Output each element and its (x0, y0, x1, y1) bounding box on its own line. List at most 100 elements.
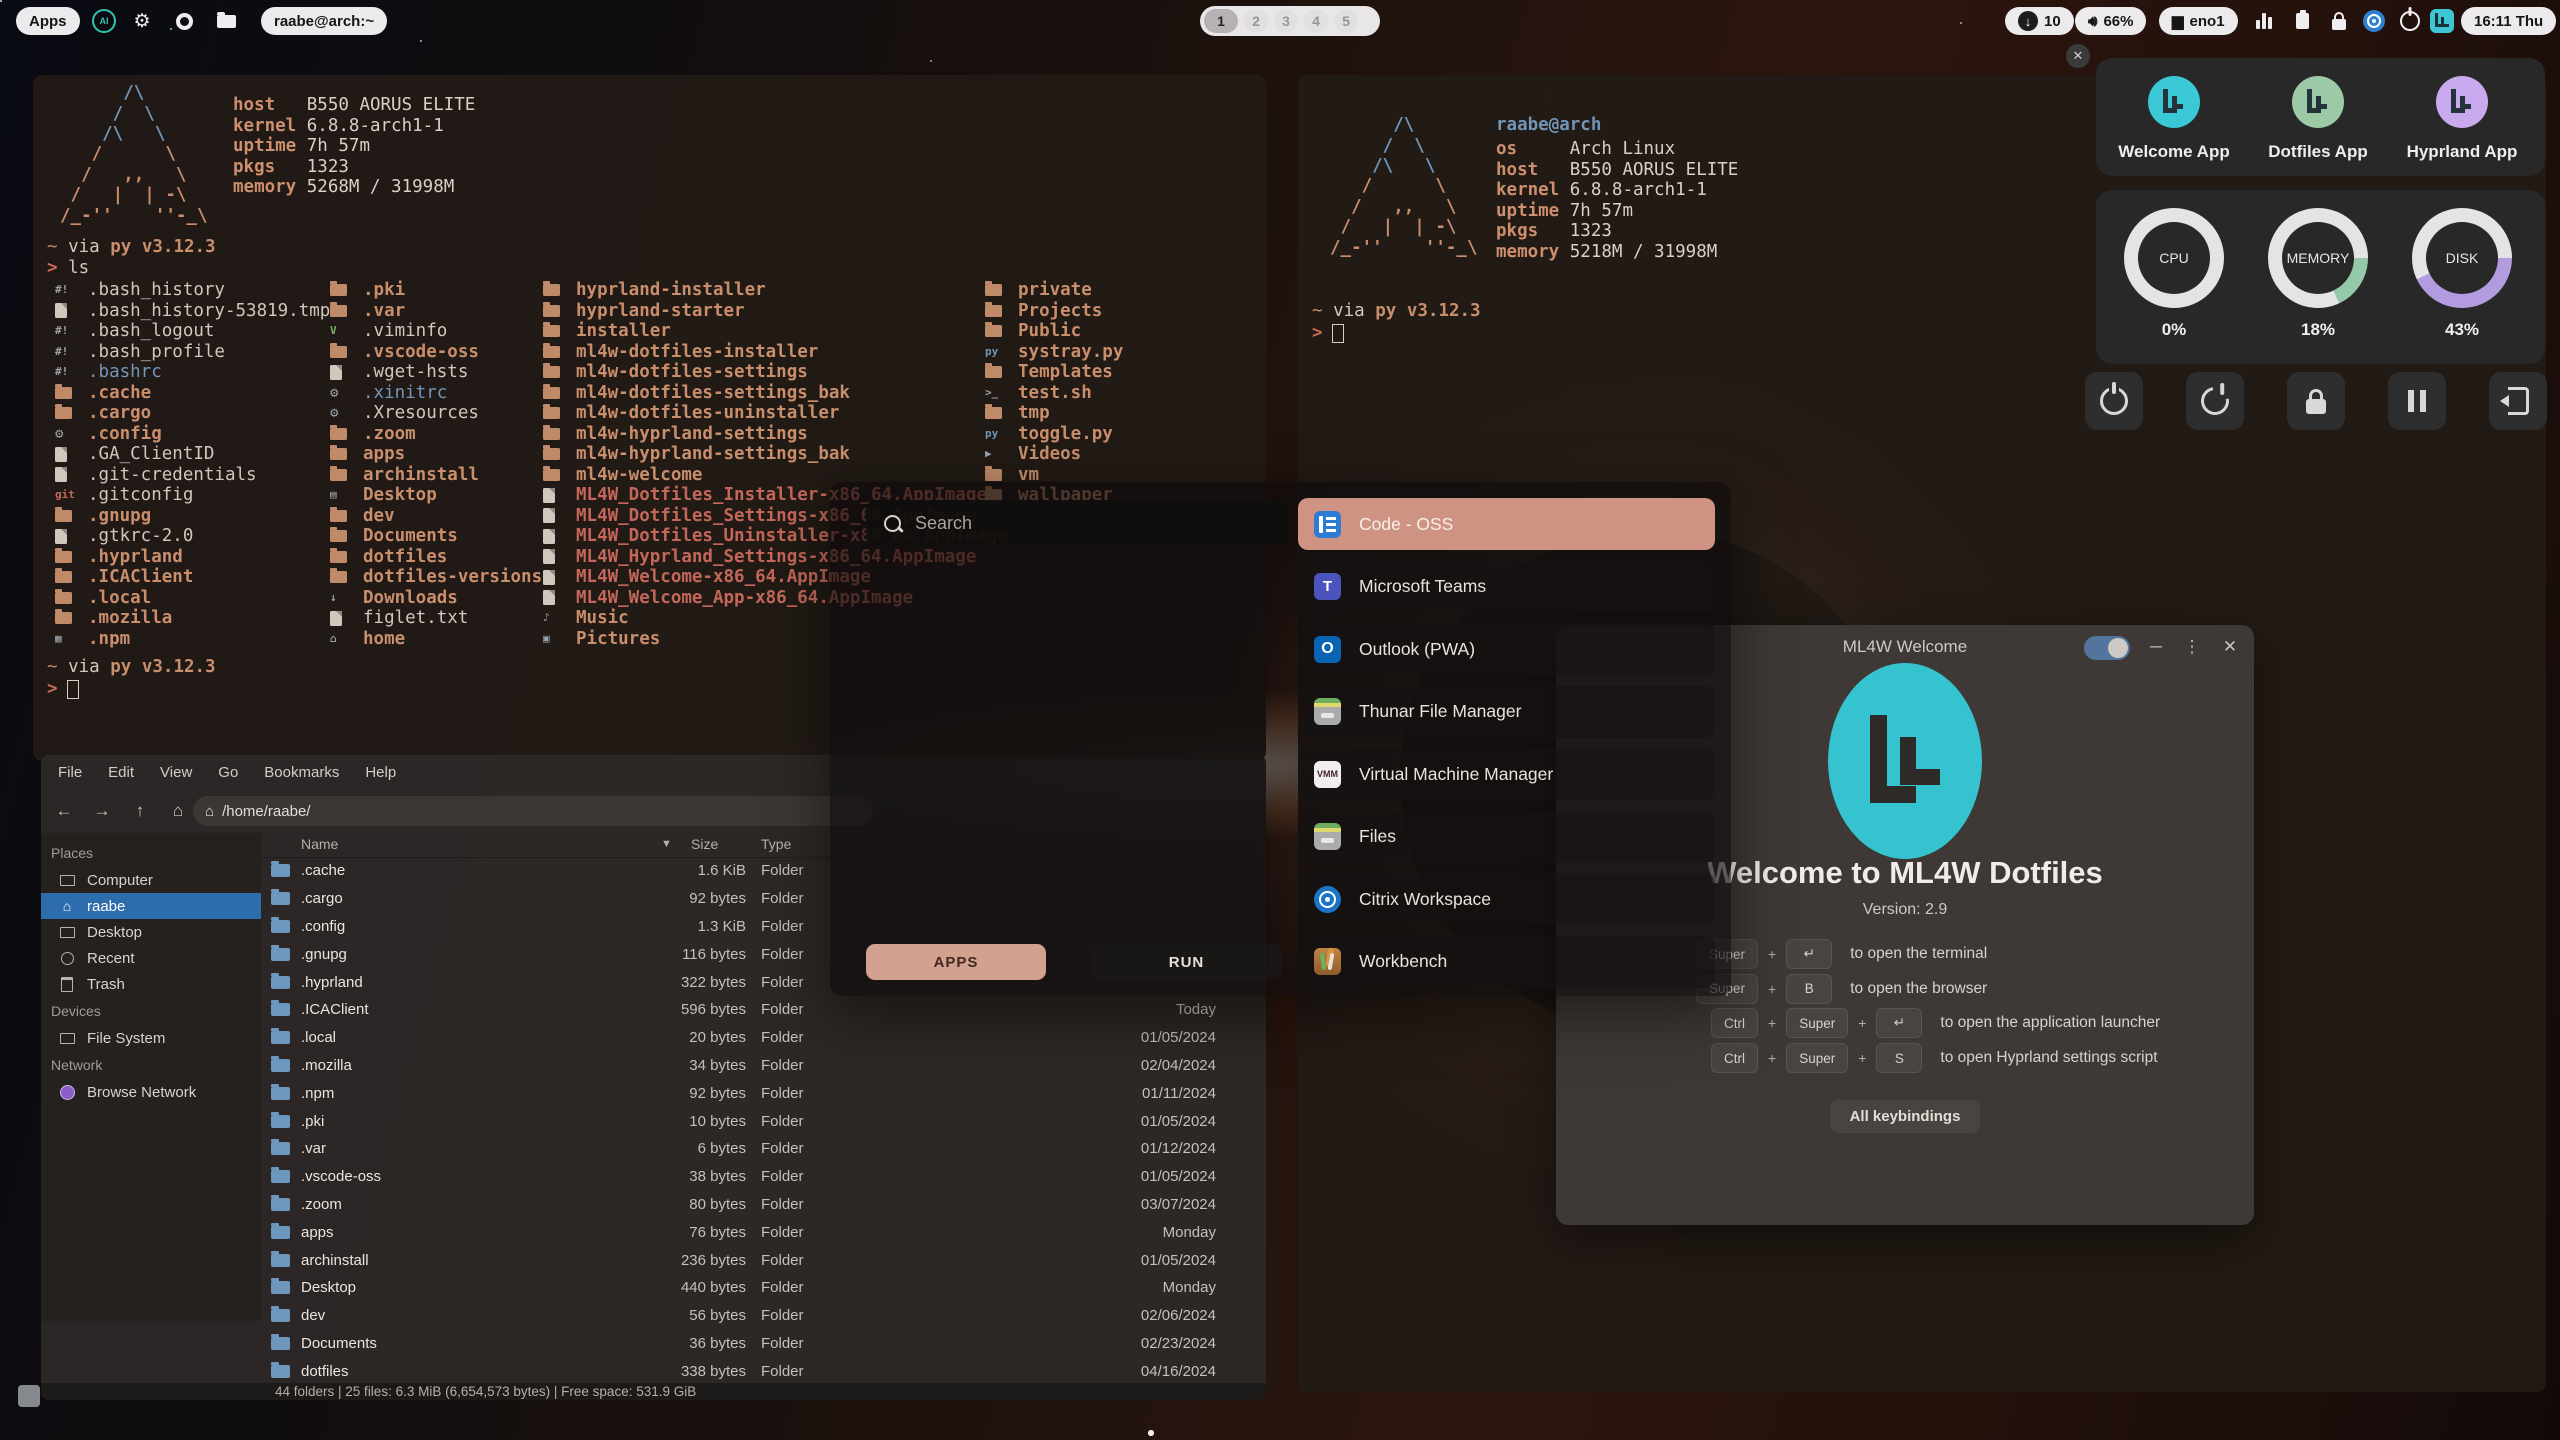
column-type[interactable]: Type (761, 836, 791, 852)
close-button[interactable]: ✕ (2216, 633, 2244, 661)
ls-item: Templates (985, 362, 1113, 383)
workspace-3[interactable]: 3 (1274, 9, 1298, 33)
cell-date: Monday (951, 1224, 1216, 1241)
workspace-4[interactable]: 4 (1304, 9, 1328, 33)
workspace-1[interactable]: 1 (1204, 9, 1238, 33)
table-row[interactable]: Desktop440 bytesFolderMonday (261, 1274, 1266, 1302)
launcher-app-vmm[interactable]: VMMVirtual Machine Manager (1298, 748, 1715, 800)
sidebar-item-recent[interactable]: Recent (41, 945, 261, 971)
menu-edit[interactable]: Edit (99, 760, 143, 785)
ls-item: .gtkrc-2.0 (55, 526, 193, 547)
table-row[interactable]: Documents36 bytesFolder02/23/2024 (261, 1330, 1266, 1358)
menu-help[interactable]: Help (356, 760, 405, 785)
home-button[interactable]: ⌂ (163, 796, 193, 826)
active-window-title[interactable]: raabe@arch:~ (261, 7, 387, 35)
back-button[interactable]: ← (49, 796, 79, 826)
table-row[interactable]: .pki10 bytesFolder01/05/2024 (261, 1107, 1266, 1135)
sidebar-item-desktop[interactable]: Desktop (41, 919, 261, 945)
sidebar-item-computer[interactable]: Computer (41, 867, 261, 893)
table-row[interactable]: .var6 bytesFolder01/12/2024 (261, 1135, 1266, 1163)
cell-type: Folder (761, 946, 804, 963)
workspace-5[interactable]: 5 (1334, 9, 1358, 33)
settings-gear-icon[interactable]: ⚙ (130, 9, 154, 33)
stats-bars-icon[interactable] (2252, 9, 2276, 33)
menu-go[interactable]: Go (209, 760, 247, 785)
panel-close-icon[interactable]: ✕ (2066, 44, 2090, 68)
cell-type: Folder (761, 1001, 804, 1018)
volume-pill[interactable]: 🔊︎66% (2075, 7, 2146, 35)
reboot-button[interactable] (2186, 372, 2244, 430)
dotfiles-app-icon[interactable] (2292, 76, 2344, 128)
forward-button[interactable]: → (87, 796, 117, 826)
cell-name: Desktop (301, 1279, 356, 1296)
launcher-app-workbench[interactable]: Workbench (1298, 936, 1715, 988)
column-name[interactable]: Name (301, 836, 338, 852)
cell-size: 92 bytes (561, 1085, 746, 1102)
network-pill[interactable]: ▆eno1 (2159, 7, 2238, 35)
table-row[interactable]: .ICAClient596 bytesFolderToday (261, 996, 1266, 1024)
clipboard-icon[interactable] (2290, 9, 2314, 33)
apps-menu-button[interactable]: Apps (16, 7, 80, 35)
ls-item: ▤Desktop (330, 485, 437, 506)
power-tray-icon[interactable] (2398, 9, 2422, 33)
cell-date: 03/07/2024 (951, 1196, 1216, 1213)
menu-bookmarks[interactable]: Bookmarks (255, 760, 348, 785)
launcher-app-code[interactable]: Code - OSS (1298, 498, 1715, 550)
welcome-app-icon[interactable] (2148, 76, 2200, 128)
ls-item: dev (330, 506, 395, 527)
launcher-app-teams[interactable]: TMicrosoft Teams (1298, 561, 1715, 613)
tab-run[interactable]: RUN (1091, 944, 1282, 980)
folder-icon (330, 549, 354, 565)
tab-apps[interactable]: APPS (866, 944, 1046, 980)
gauge-label: MEMORY (2282, 222, 2354, 294)
updates-pill[interactable]: ↓10 (2005, 7, 2074, 35)
sidebar-item-file-system[interactable]: File System (41, 1025, 261, 1051)
table-row[interactable]: dotfiles338 bytesFolder04/16/2024 (261, 1357, 1266, 1383)
launcher-app-citrix[interactable]: Citrix Workspace (1298, 873, 1715, 925)
all-keybindings-button[interactable]: All keybindings (1830, 1100, 1980, 1133)
hyprland-app-icon[interactable] (2436, 76, 2488, 128)
theme-toggle[interactable] (2084, 636, 2130, 660)
table-row[interactable]: archinstall236 bytesFolder01/05/2024 (261, 1246, 1266, 1274)
search-input[interactable]: Search (866, 500, 1290, 546)
table-row[interactable]: .mozilla34 bytesFolder02/04/2024 (261, 1052, 1266, 1080)
folder-icon (543, 385, 567, 401)
table-row[interactable]: .vscode-oss38 bytesFolder01/05/2024 (261, 1163, 1266, 1191)
sidebar-item-trash[interactable]: Trash (41, 971, 261, 997)
suspend-button[interactable] (2388, 372, 2446, 430)
screenlock-icon[interactable] (2327, 9, 2351, 33)
launcher-app-outlook[interactable]: OOutlook (PWA) (1298, 623, 1715, 675)
ml4w-tray-icon[interactable] (2430, 9, 2454, 33)
folder-icon (271, 920, 290, 933)
citrix-tray-icon[interactable] (2362, 9, 2386, 33)
file-manager-icon[interactable] (214, 9, 238, 33)
table-row[interactable]: apps76 bytesFolderMonday (261, 1218, 1266, 1246)
launcher-app-files[interactable]: Files (1298, 811, 1715, 863)
table-row[interactable]: .npm92 bytesFolder01/11/2024 (261, 1079, 1266, 1107)
column-size[interactable]: Size (691, 836, 718, 852)
term-icon: >_ (985, 385, 1009, 401)
path-bar[interactable]: ⌂/home/raabe/ (193, 796, 873, 826)
lock-button[interactable] (2287, 372, 2345, 430)
up-button[interactable]: ↑ (125, 796, 155, 826)
clock-pill[interactable]: 16:11 Thu (2461, 7, 2556, 35)
workspace-2[interactable]: 2 (1244, 9, 1268, 33)
sidebar-item-browse-network[interactable]: Browse Network (41, 1079, 261, 1105)
table-row[interactable]: dev56 bytesFolder02/06/2024 (261, 1302, 1266, 1330)
menu-view[interactable]: View (151, 760, 201, 785)
chromium-icon[interactable] (172, 9, 196, 33)
ls-item: ml4w-welcome (543, 465, 702, 486)
menu-file[interactable]: File (49, 760, 91, 785)
table-row[interactable]: .local20 bytesFolder01/05/2024 (261, 1024, 1266, 1052)
menu-kebab-icon[interactable]: ⋮ (2178, 633, 2206, 661)
recent-icon (59, 952, 75, 965)
ai-ring-icon: AI (92, 9, 116, 33)
shutdown-button[interactable] (2085, 372, 2143, 430)
folder-icon (543, 282, 567, 298)
minimize-button[interactable]: ─ (2142, 633, 2170, 661)
sidebar-item-raabe[interactable]: ⌂raabe (41, 893, 261, 919)
launcher-app-thunar[interactable]: Thunar File Manager (1298, 686, 1715, 738)
ai-assistant-icon[interactable]: AI (92, 9, 116, 33)
table-row[interactable]: .zoom80 bytesFolder03/07/2024 (261, 1191, 1266, 1219)
logout-button[interactable] (2489, 372, 2547, 430)
